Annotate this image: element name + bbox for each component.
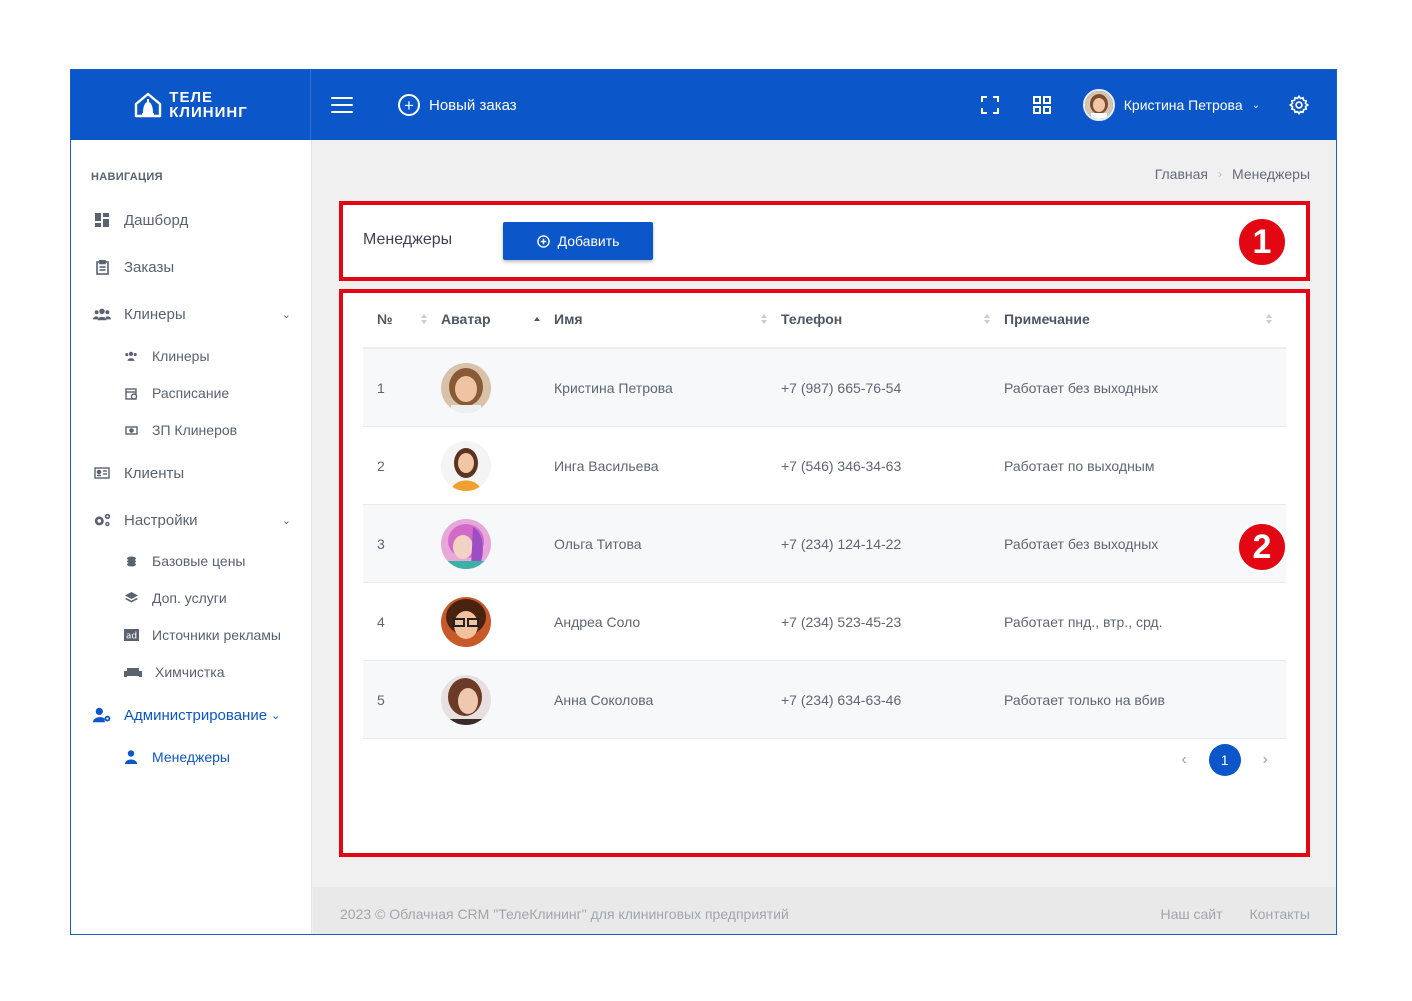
sidebar-item-clients[interactable]: Клиенты [93, 464, 291, 482]
new-order-button[interactable]: + Новый заказ [398, 94, 517, 116]
house-bell-icon [135, 92, 162, 118]
footer-links: Наш сайт Контакты [1160, 906, 1310, 922]
sidebar-item-label: Химчистка [155, 664, 225, 680]
sidebar-item-label: ЗП Клинеров [152, 422, 238, 438]
sidebar: НАВИГАЦИЯ Дашборд Заказы Клинеры ⌄ Клине… [71, 140, 312, 934]
sidebar-item-settings[interactable]: Настройки ⌄ [93, 511, 291, 529]
chevron-right-icon: › [1218, 167, 1223, 181]
users-icon [93, 305, 111, 323]
logo-text: ТЕЛЕ КЛИНИНГ [169, 90, 247, 120]
hamburger-line [331, 104, 353, 106]
breadcrumb: Главная › Менеджеры [1155, 166, 1310, 182]
menu-toggle-button[interactable] [331, 97, 353, 113]
sidebar-item-label: Расписание [152, 385, 230, 401]
logo-line-1: ТЕЛЕ [169, 89, 213, 106]
sidebar-item-label: Настройки [124, 511, 198, 529]
dashboard-icon [93, 211, 111, 229]
sidebar-item-label: Администрирование [124, 706, 268, 724]
annotation-box-1 [339, 201, 1310, 281]
fullscreen-button[interactable] [979, 94, 1001, 116]
sidebar-subitem-base-prices[interactable]: Базовые цены [123, 553, 245, 569]
calendar-clock-icon [123, 385, 139, 401]
users-icon [123, 348, 139, 364]
svg-text:ad: ad [125, 632, 136, 642]
sidebar-item-label: Заказы [124, 258, 175, 276]
top-header: ТЕЛЕ КЛИНИНГ + Новый заказ Кристина Петр… [71, 70, 1336, 140]
gear-icon [1288, 94, 1310, 116]
header-actions: Кристина Петрова ⌄ [979, 89, 1336, 121]
sidebar-item-label: Клинеры [152, 348, 210, 364]
breadcrumb-home-link[interactable]: Главная [1155, 166, 1208, 182]
user-cog-icon [93, 706, 111, 724]
sidebar-item-label: Клинеры [124, 305, 186, 323]
settings-button[interactable] [1288, 94, 1310, 116]
hamburger-line [331, 111, 353, 113]
annotation-badge-2: 2 [1237, 522, 1287, 572]
id-card-icon [93, 464, 111, 482]
layers-icon [123, 590, 139, 606]
money-bill-icon [123, 422, 139, 438]
footer-link-site[interactable]: Наш сайт [1160, 906, 1222, 922]
sidebar-item-label: Источники рекламы [152, 627, 281, 643]
user-name: Кристина Петрова [1123, 97, 1243, 113]
sidebar-subitem-salary[interactable]: ЗП Клинеров [123, 422, 237, 438]
chevron-down-icon: ⌄ [281, 514, 291, 527]
footer-copyright: 2023 © Облачная CRM "ТелеКлининг" для кл… [340, 906, 789, 922]
footer: 2023 © Облачная CRM "ТелеКлининг" для кл… [313, 887, 1336, 934]
sidebar-item-label: Менеджеры [152, 749, 230, 765]
sidebar-subitem-schedule[interactable]: Расписание [123, 385, 229, 401]
sidebar-subitem-cleaners[interactable]: Клинеры [123, 348, 210, 364]
footer-link-contacts[interactable]: Контакты [1250, 906, 1310, 922]
sidebar-item-admin[interactable]: Администрирование ⌄ [93, 706, 291, 724]
sidebar-item-cleaners[interactable]: Клинеры ⌄ [93, 305, 291, 323]
cogs-icon [93, 511, 111, 529]
breadcrumb-current: Менеджеры [1232, 166, 1310, 182]
plus-circle-icon: + [398, 94, 420, 116]
coins-icon [123, 553, 139, 569]
hamburger-line [331, 97, 353, 99]
nav-title: НАВИГАЦИЯ [91, 171, 163, 183]
sidebar-subitem-dry-cleaning[interactable]: Химчистка [123, 664, 225, 680]
avatar [1082, 89, 1115, 121]
annotation-badge-1: 1 [1237, 217, 1287, 267]
user-photo-icon [1084, 91, 1113, 119]
logo-area[interactable]: ТЕЛЕ КЛИНИНГ [71, 70, 311, 140]
sidebar-item-label: Клиенты [124, 464, 185, 482]
sidebar-item-dashboard[interactable]: Дашборд [93, 211, 291, 229]
chevron-down-icon: ⌄ [281, 308, 291, 321]
user-tie-icon [123, 749, 139, 765]
chevron-down-icon: ⌄ [1251, 99, 1260, 111]
sidebar-item-label: Доп. услуги [152, 590, 227, 606]
fullscreen-icon [980, 96, 999, 114]
couch-icon [123, 664, 142, 680]
sidebar-subitem-extra-services[interactable]: Доп. услуги [123, 590, 227, 606]
sidebar-item-label: Дашборд [124, 211, 189, 229]
user-menu[interactable]: Кристина Петрова ⌄ [1082, 89, 1260, 121]
sidebar-item-label: Базовые цены [152, 553, 246, 569]
sidebar-subitem-ad-sources[interactable]: ad Источники рекламы [123, 627, 281, 643]
clipboard-icon [93, 258, 111, 276]
apps-grid-button[interactable] [1031, 94, 1053, 116]
sidebar-subitem-managers[interactable]: Менеджеры [123, 749, 230, 765]
grid-icon [1032, 96, 1051, 114]
sidebar-item-orders[interactable]: Заказы [93, 258, 291, 276]
annotation-box-2 [339, 289, 1310, 857]
chevron-down-icon: ⌄ [271, 709, 281, 722]
logo: ТЕЛЕ КЛИНИНГ [133, 90, 247, 120]
ad-icon: ad [123, 627, 139, 643]
new-order-label: Новый заказ [429, 96, 517, 114]
logo-line-2: КЛИНИНГ [169, 104, 248, 121]
